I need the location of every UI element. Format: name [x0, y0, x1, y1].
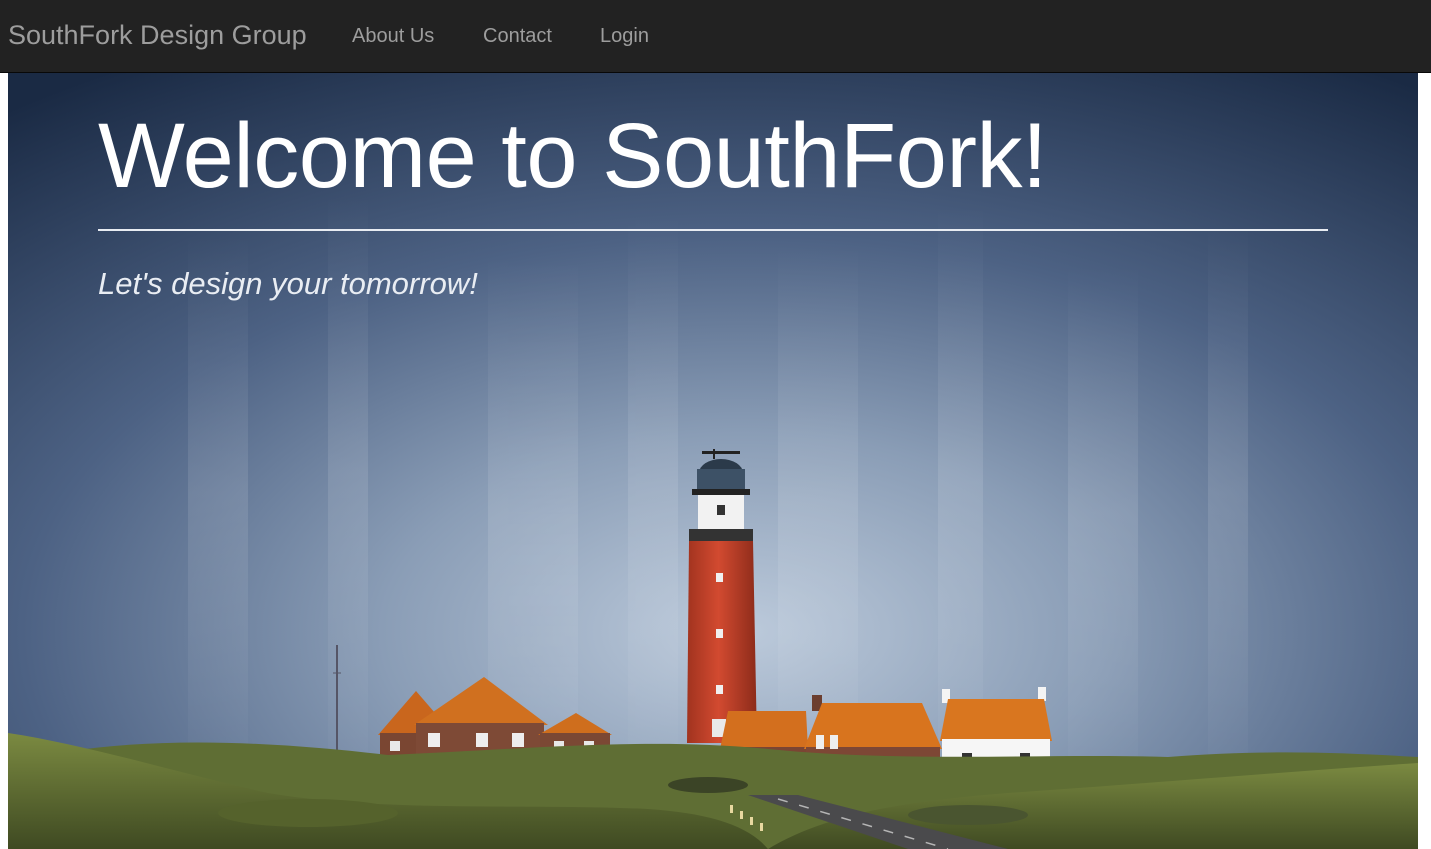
hero-divider	[98, 229, 1328, 231]
nav-link-contact[interactable]: Contact	[483, 23, 552, 49]
hero-tagline: Let's design your tomorrow!	[98, 266, 478, 301]
hero-title: Welcome to SouthFork!	[98, 105, 1048, 207]
nav-link-about-us[interactable]: About Us	[352, 23, 434, 49]
brand-link[interactable]: SouthFork Design Group	[8, 18, 307, 52]
top-navbar: SouthFork Design Group About Us Contact …	[0, 0, 1431, 73]
hero-banner: Welcome to SouthFork! Let's design your …	[8, 73, 1418, 849]
nav-link-login[interactable]: Login	[600, 23, 649, 49]
